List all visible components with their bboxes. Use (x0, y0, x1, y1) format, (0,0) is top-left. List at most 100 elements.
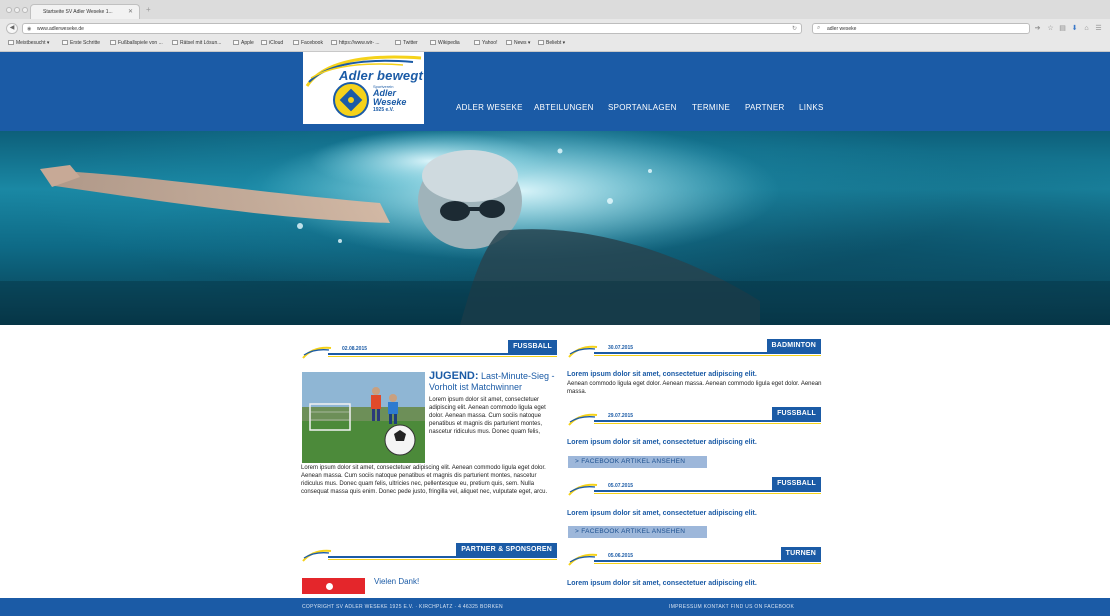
swoosh-icon (302, 549, 332, 562)
bookmark-icon (430, 40, 436, 45)
home-icon[interactable]: ⌂ (1082, 24, 1091, 33)
nav-links[interactable]: LINKS (799, 103, 824, 112)
site-logo[interactable]: Adler bewegt Sportverein Adler Weseke 19… (303, 52, 424, 124)
navigation-bar: ◀ ◉ www.adlerweseke.de ↻ ⌕ adler weseke … (0, 20, 1110, 37)
bookmark-item[interactable]: News ▾ (506, 40, 530, 46)
url-text: www.adlerweseke.de (37, 26, 84, 32)
partner-heading[interactable]: PARTNER & SPONSOREN (456, 543, 557, 556)
bookmark-icon (395, 40, 401, 45)
swoosh-icon (302, 346, 332, 359)
globe-icon: ◉ (27, 26, 32, 32)
bookmark-item[interactable]: https://www.wir- ... (331, 40, 380, 46)
bookmark-item[interactable]: iCloud (261, 40, 283, 46)
article-title-lead: JUGEND: (429, 370, 479, 382)
footer-links[interactable]: IMPRESSUM KONTAKT FIND US ON FACEBOOK (669, 604, 794, 610)
search-text: adler weseke (827, 26, 857, 32)
url-bar[interactable]: ◉ www.adlerweseke.de ↻ (22, 23, 802, 34)
news-date: 05.07.2015 (608, 483, 634, 489)
back-button[interactable]: ◀ (6, 23, 18, 34)
folder-icon (538, 40, 544, 45)
club-emblem (333, 82, 369, 118)
nav-sportanlagen[interactable]: SPORTANLAGEN (608, 103, 677, 112)
category-tag[interactable]: TURNEN (780, 547, 821, 560)
new-tab-icon[interactable]: + (146, 5, 151, 14)
bookmark-item[interactable]: Twitter (395, 40, 418, 46)
bookmark-item[interactable]: Apple (233, 40, 254, 46)
category-tag[interactable]: BADMINTON (766, 339, 821, 352)
partner-thanks-text: Vielen Dank! (374, 577, 420, 586)
article-title[interactable]: JUGEND: Last-Minute-Sieg - Vorholt ist M… (429, 371, 557, 393)
search-icon: ⌕ (817, 25, 821, 31)
news-title[interactable]: Lorem ipsum dolor sit amet, consectetuer… (567, 439, 757, 446)
bookmark-item[interactable]: Facebook (293, 40, 323, 46)
zoom-window-icon[interactable] (22, 7, 28, 13)
bookmark-icon (261, 40, 267, 45)
category-tag[interactable]: FUSSBALL (508, 340, 557, 353)
folder-icon (506, 40, 512, 45)
news-body: Aenean commodo ligula eget dolor. Aenean… (567, 381, 822, 395)
news-date: 05.06.2015 (608, 553, 634, 559)
reading-list-icon[interactable]: ▤ (1058, 24, 1067, 33)
swoosh-icon (568, 413, 598, 426)
search-bar[interactable]: ⌕ adler weseke (812, 23, 1030, 34)
reload-icon[interactable]: ↻ (792, 25, 797, 32)
bookmark-icon (62, 40, 68, 45)
bookmark-item[interactable]: Wikipedia (430, 40, 460, 46)
article-body: Lorem ipsum dolor sit amet, consectetuer… (301, 465, 548, 495)
hero-swimmer-image (0, 131, 1110, 325)
forward-search-icon[interactable]: ➔ (1033, 24, 1042, 33)
bookmark-icon (172, 40, 178, 45)
nav-adler-weseke[interactable]: ADLER WESEKE (456, 103, 523, 112)
swoosh-icon (568, 553, 598, 566)
site-header: Adler bewegt Sportverein Adler Weseke 19… (0, 52, 1110, 131)
news-header: 05.06.2015 TURNEN (568, 547, 821, 569)
bookmark-item[interactable]: Fußballspiele von ... (110, 40, 163, 46)
site-footer: COPYRIGHT SV ADLER WESEKE 1925 E.V. · KI… (0, 598, 1110, 616)
football-kids-picture (302, 372, 425, 463)
apple-icon (233, 40, 239, 45)
article-header: 02.08.2015 FUSSBALL (302, 340, 557, 362)
category-tag[interactable]: FUSSBALL (772, 407, 821, 420)
bookmark-item[interactable]: Yahoo! (474, 40, 497, 46)
close-window-icon[interactable] (6, 7, 12, 13)
minimize-window-icon[interactable] (14, 7, 20, 13)
facebook-article-button[interactable]: > FACEBOOK ARTIKEL ANSEHEN (568, 456, 707, 468)
news-title[interactable]: Lorem ipsum dolor sit amet, consectetuer… (567, 371, 757, 378)
article-image-football[interactable] (302, 372, 425, 463)
partner-header: PARTNER & SPONSOREN (302, 543, 557, 565)
nav-termine[interactable]: TERMINE (692, 103, 730, 112)
partner-logo[interactable] (302, 578, 365, 594)
download-icon[interactable]: ⬇ (1070, 24, 1079, 33)
bookmark-icon (474, 40, 480, 45)
news-header: 29.07.2015 FUSSBALL (568, 407, 821, 429)
article-date: 02.08.2015 (342, 346, 368, 352)
browser-tab[interactable]: Startseite SV Adler Weseke 1... ✕ (30, 4, 140, 19)
news-date: 29.07.2015 (608, 413, 634, 419)
bookmark-item[interactable]: Rätsel mit Lösun... (172, 40, 221, 46)
bookmark-icon (8, 40, 14, 45)
bookmark-icon (331, 40, 337, 45)
news-title[interactable]: Lorem ipsum dolor sit amet, consectetuer… (567, 580, 757, 587)
logo-year: 1925 e.V. (373, 107, 394, 113)
swoosh-icon (568, 483, 598, 496)
bookmarks-bar: Meistbesucht ▾ Erste Schritte Fußballspi… (0, 38, 1110, 51)
category-tag[interactable]: FUSSBALL (772, 477, 821, 490)
logo-name-weseke: Weseke (373, 97, 407, 107)
news-title[interactable]: Lorem ipsum dolor sit amet, consectetuer… (567, 510, 757, 517)
nav-partner[interactable]: PARTNER (745, 103, 785, 112)
logo-title: Adler bewegt (339, 68, 424, 83)
browser-chrome: Startseite SV Adler Weseke 1... ✕ + ◀ ◉ … (0, 0, 1110, 52)
star-icon[interactable]: ☆ (1046, 24, 1055, 33)
footer-copyright: COPYRIGHT SV ADLER WESEKE 1925 E.V. · KI… (302, 604, 503, 610)
menu-icon[interactable]: ☰ (1094, 24, 1103, 33)
bookmark-icon (293, 40, 299, 45)
tab-title: Startseite SV Adler Weseke 1... (43, 9, 113, 15)
news-date: 30.07.2015 (608, 345, 634, 351)
bookmark-item[interactable]: Meistbesucht ▾ (8, 40, 49, 46)
swimmer-illustration (0, 131, 1110, 325)
nav-abteilungen[interactable]: ABTEILUNGEN (534, 103, 594, 112)
bookmark-item[interactable]: Beliebt ▾ (538, 40, 565, 46)
bookmark-item[interactable]: Erste Schritte (62, 40, 100, 46)
facebook-article-button[interactable]: > FACEBOOK ARTIKEL ANSEHEN (568, 526, 707, 538)
tab-close-icon[interactable]: ✕ (128, 8, 133, 15)
